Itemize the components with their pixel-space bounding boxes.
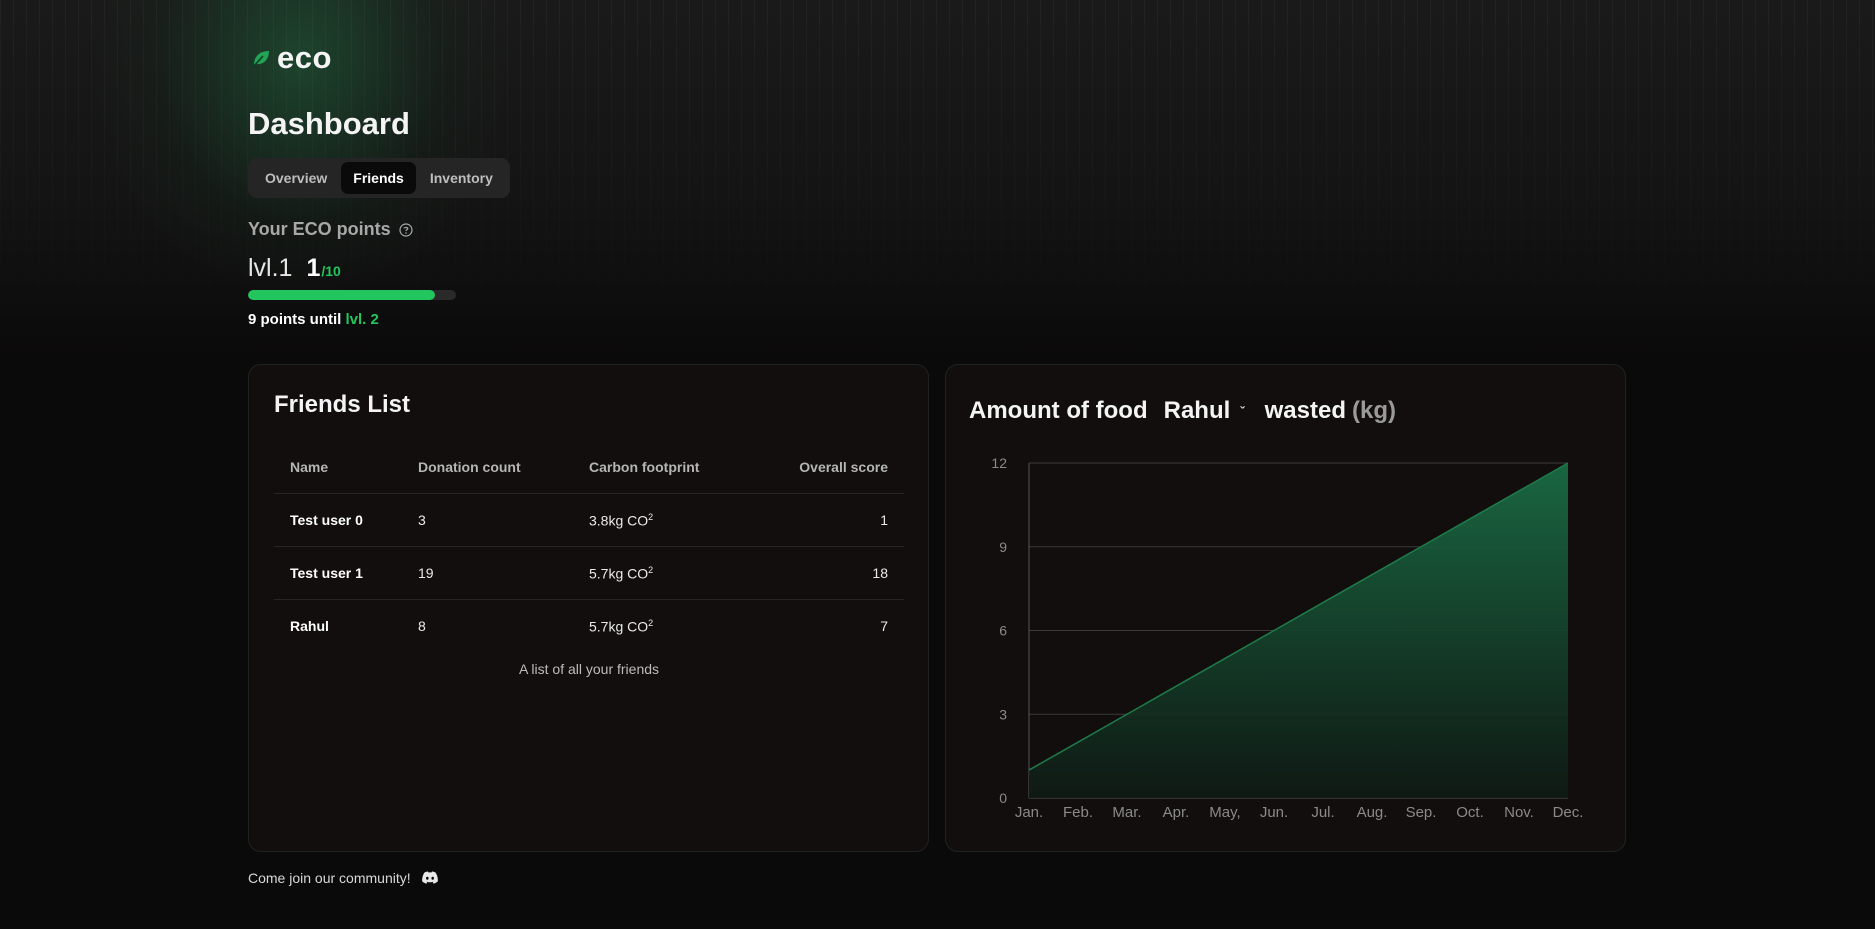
column-header-overall-score: Overall score (752, 441, 904, 494)
discord-icon[interactable] (421, 871, 439, 885)
x-tick-label: Sep. (1406, 804, 1437, 821)
leaf-icon (253, 51, 269, 67)
tab-overview[interactable]: Overview (253, 162, 339, 194)
x-tick-label: Oct. (1456, 804, 1484, 821)
app-logo[interactable]: eco (251, 40, 332, 76)
x-tick-label: Feb. (1063, 804, 1093, 821)
y-tick-label: 9 (999, 539, 1007, 555)
logo-text: eco (277, 40, 332, 75)
x-tick-label: Mar. (1112, 804, 1141, 821)
points-until-next-level: 9 points until lvl. 2 (248, 311, 379, 328)
until-text: 9 points until (248, 311, 342, 328)
dashboard-tabs: Overview Friends Inventory (248, 158, 510, 198)
question-circle-icon[interactable] (399, 222, 413, 237)
friends-table: Name Donation count Carbon footprint Ove… (274, 441, 904, 652)
x-tick-label: Apr. (1163, 804, 1190, 821)
carbon-footprint: 5.7kg CO2 (573, 546, 753, 600)
x-tick-label: May, (1209, 804, 1240, 821)
food-waste-area-chart: 0 3 6 9 12 Jan. Feb. Mar. Apr. May, Jun. Jul. Aug. Se… (991, 455, 1584, 821)
y-tick-label: 0 (999, 790, 1007, 806)
overall-score: 1 (752, 493, 904, 547)
x-tick-label: Dec. (1553, 804, 1584, 821)
friend-name: Test user 0 (274, 493, 402, 547)
level-label: lvl.1 (248, 254, 293, 282)
carbon-footprint: 5.7kg CO2 (589, 617, 654, 635)
column-header-carbon-footprint: Carbon footprint (573, 441, 753, 494)
y-tick-label: 12 (991, 455, 1007, 471)
overall-score: 7 (880, 618, 888, 634)
friends-list-title: Friends List (274, 391, 411, 418)
x-tick-label: Jan. (1015, 804, 1043, 821)
points-value: 1 (306, 254, 321, 282)
column-header-name: Name (274, 441, 402, 494)
eco-points-label: Your ECO points (248, 219, 391, 239)
points-max: /10 (321, 263, 341, 279)
level-row: lvl.1 1 /10 (248, 254, 341, 283)
tab-friends[interactable]: Friends (341, 162, 416, 194)
y-tick-label: 6 (999, 623, 1007, 639)
friends-card: Friends List Name Donation count Carbon … (248, 364, 929, 852)
table-row[interactable]: Test user 0 3 3.8kg CO2 1 (274, 493, 904, 547)
next-level: lvl. 2 (345, 311, 379, 328)
carbon-footprint: 3.8kg CO2 (573, 493, 753, 547)
donation-count: 19 (402, 546, 573, 600)
table-caption: A list of all your friends (518, 661, 660, 677)
x-tick-label: Jun. (1260, 804, 1288, 821)
overall-score: 18 (752, 546, 904, 600)
tab-inventory[interactable]: Inventory (418, 162, 505, 194)
x-tick-label: Aug. (1357, 804, 1388, 821)
eco-points-header: Your ECO points (248, 219, 413, 240)
y-tick-label: 3 (999, 706, 1007, 722)
donation-count: 3 (402, 493, 573, 547)
table-row[interactable]: Rahul 8 5.7kg CO2 7 (274, 600, 904, 653)
table-header-row: Name Donation count Carbon footprint Ove… (274, 441, 904, 494)
x-tick-label: Jul. (1311, 804, 1334, 821)
page-title: Dashboard (248, 106, 410, 141)
food-waste-chart-card: Amount of food Rahul ˇ wasted (kg) 03691… (945, 364, 1626, 852)
level-progress-bar (248, 290, 456, 300)
friend-name: Test user 1 (274, 546, 402, 600)
donation-count: 8 (418, 618, 426, 634)
community-text: Come join our community! (248, 870, 411, 886)
table-row[interactable]: Test user 1 19 5.7kg CO2 18 (274, 546, 904, 600)
footer: Come join our community! (248, 870, 439, 886)
column-header-donation-count: Donation count (402, 441, 573, 494)
level-progress-fill (248, 290, 436, 300)
x-tick-label: Nov. (1504, 804, 1534, 821)
friend-name: Rahul (290, 618, 329, 634)
